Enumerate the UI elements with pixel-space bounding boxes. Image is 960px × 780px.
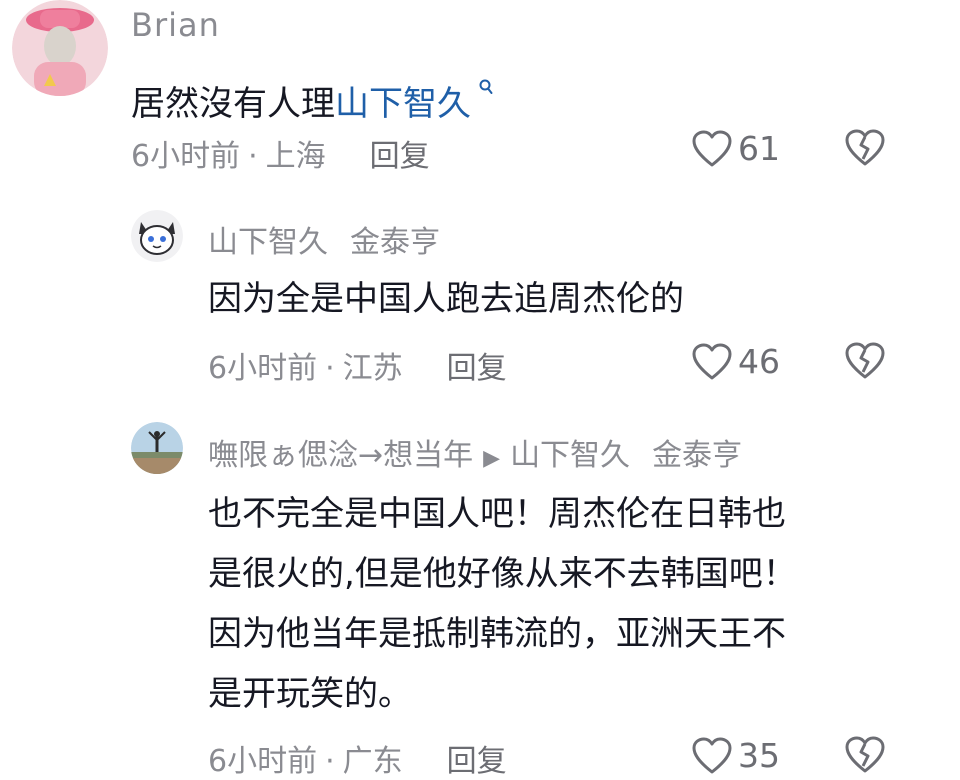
broken-heart-icon	[845, 342, 885, 384]
like-button[interactable]: 61	[692, 129, 780, 168]
comment-time: 6小时前	[208, 351, 318, 386]
mention-link[interactable]: 山下智久	[335, 79, 493, 124]
dislike-button[interactable]	[845, 736, 885, 778]
like-button[interactable]: 46	[692, 342, 780, 381]
comment-location: 广东	[342, 744, 403, 779]
reply-button[interactable]: 回复	[447, 351, 507, 386]
author-tag: 金泰亨	[350, 225, 440, 260]
reply-comment-1: 山下智久 金泰亨 因为全是中国人跑去追周杰伦的 6小时前 · 江苏 回复 46	[0, 200, 960, 400]
comment-username: 山下智久 金泰亨	[208, 217, 440, 261]
reply-username[interactable]: 山下智久	[208, 225, 328, 260]
like-count: 35	[738, 736, 780, 775]
comment-text-line: 是很火的,但是他好像从来不去韩国吧！	[208, 554, 797, 594]
comment-text: 居然沒有人理山下智久	[131, 60, 493, 134]
like-button[interactable]: 35	[692, 736, 780, 775]
avatar[interactable]	[12, 0, 108, 96]
reply-button[interactable]: 回复	[370, 139, 430, 174]
comment-1: Brian 居然沒有人理山下智久 6小时前 · 上海 回复 61	[0, 0, 960, 200]
author-tag: 金泰亨	[652, 438, 743, 473]
broken-heart-icon	[845, 129, 885, 171]
comment-meta: 6小时前 · 广东 回复	[208, 736, 507, 780]
meta-separator: ·	[325, 744, 335, 779]
comment-text-prefix: 居然沒有人理	[131, 84, 335, 124]
avatar[interactable]	[131, 422, 183, 474]
reply-username[interactable]: 嘸限ぁ偲淰→想当年	[208, 438, 473, 473]
comment-location: 江苏	[342, 351, 403, 386]
comment-text-line: 也不完全是中国人吧！周杰伦在日韩也	[208, 494, 786, 534]
dislike-button[interactable]	[845, 129, 885, 171]
avatar[interactable]	[131, 210, 183, 262]
comment-username[interactable]: Brian	[131, 6, 220, 44]
meta-separator: ·	[248, 139, 258, 174]
comment-time: 6小时前	[208, 744, 318, 779]
comment-text-line: 因为他当年是抵制韩流的，亚洲天王不	[208, 614, 786, 654]
comment-meta: 6小时前 · 江苏 回复	[208, 343, 507, 387]
comment-location: 上海	[265, 139, 326, 174]
broken-heart-icon	[845, 736, 885, 778]
comment-text: 也不完全是中国人吧！周杰伦在日韩也 是很火的,但是他好像从来不去韩国吧！ 因为他…	[208, 484, 797, 724]
reply-comment-2: 嘸限ぁ偲淰→想当年 ▶ 山下智久 金泰亨 也不完全是中国人吧！周杰伦在日韩也 是很火的…	[0, 400, 960, 780]
search-icon	[473, 78, 493, 102]
comment-time: 6小时前	[131, 139, 241, 174]
heart-icon	[692, 737, 732, 775]
like-count: 46	[738, 342, 780, 381]
mention-label: 山下智久	[335, 84, 471, 124]
comment-username: 嘸限ぁ偲淰→想当年 ▶ 山下智久 金泰亨	[208, 430, 742, 474]
like-count: 61	[738, 129, 780, 168]
comment-meta: 6小时前 · 上海 回复	[131, 131, 430, 175]
reply-button[interactable]: 回复	[447, 744, 507, 779]
comment-text-line: 是开玩笑的。	[208, 674, 412, 714]
comment-text: 因为全是中国人跑去追周杰伦的	[208, 279, 684, 319]
reply-arrow-icon: ▶	[483, 446, 501, 471]
dislike-button[interactable]	[845, 342, 885, 384]
heart-icon	[692, 343, 732, 381]
meta-separator: ·	[325, 351, 335, 386]
reply-to-username[interactable]: 山下智久	[510, 438, 630, 473]
heart-icon	[692, 130, 732, 168]
